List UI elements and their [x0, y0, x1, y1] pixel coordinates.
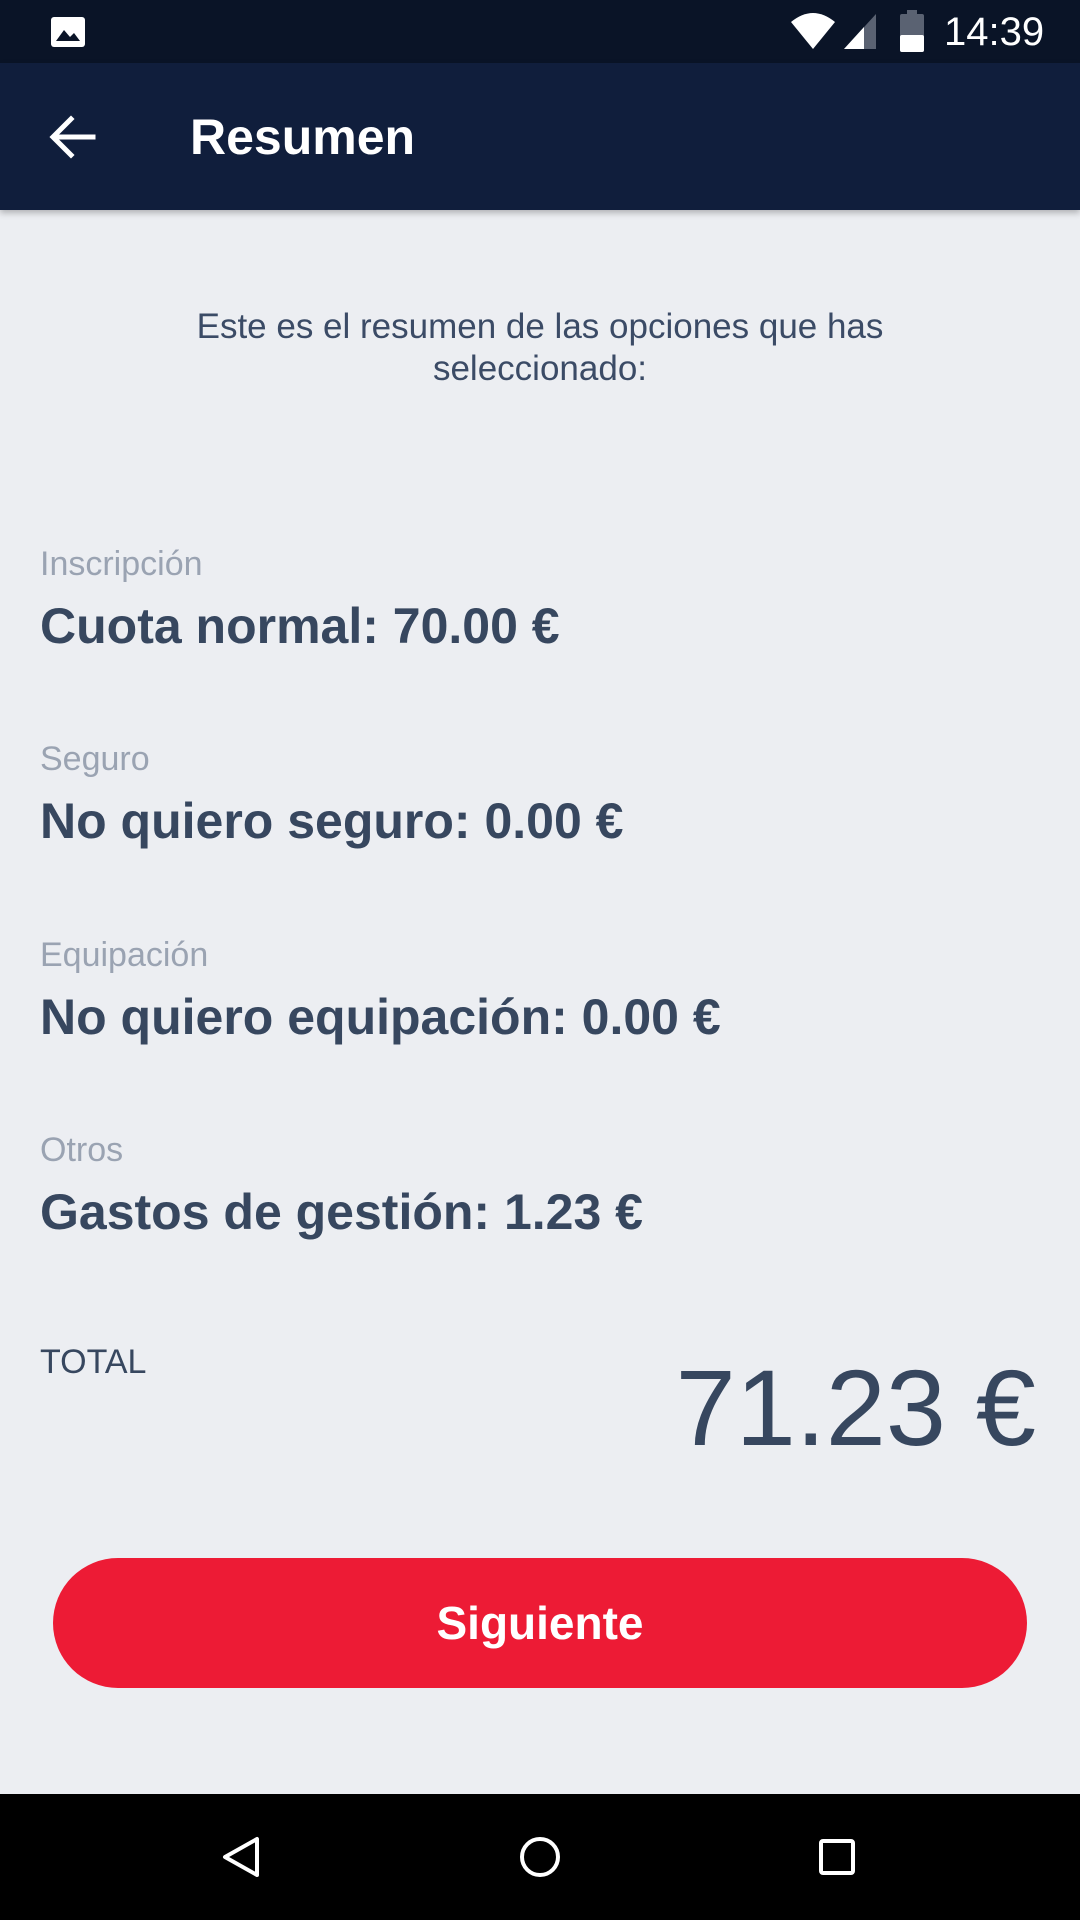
summary-item-otros: Otros Gastos de gestión: 1.23 € — [40, 1130, 1040, 1242]
wifi-icon — [791, 13, 835, 49]
summary-item-equipacion: Equipación No quiero equipación: 0.00 € — [40, 935, 1040, 1047]
nav-recents-button[interactable] — [804, 1824, 870, 1890]
total-amount: 71.23 € — [675, 1347, 1036, 1468]
nav-back-button[interactable] — [208, 1824, 274, 1890]
back-triangle-icon — [223, 1837, 259, 1877]
summary-item-label: Equipación — [40, 936, 209, 974]
status-bar: 14:39 — [0, 0, 1080, 63]
summary-item-label: Inscripción — [40, 545, 203, 583]
summary-item-value: Cuota normal: 70.00 € — [40, 598, 560, 654]
status-clock: 14:39 — [944, 10, 1045, 54]
total-label: TOTAL — [40, 1343, 147, 1381]
nav-home-button[interactable] — [507, 1824, 573, 1890]
recents-square-icon — [819, 1839, 855, 1875]
summary-item-label: Otros — [40, 1131, 124, 1169]
gallery-icon — [51, 17, 85, 47]
intro-text: Este es el resumen de las opciones que h… — [196, 307, 884, 388]
system-nav-bar — [0, 1794, 1080, 1920]
next-button[interactable]: Siguiente — [53, 1558, 1027, 1688]
summary-item-value: No quiero seguro: 0.00 € — [40, 793, 624, 849]
summary-item-seguro: Seguro No quiero seguro: 0.00 € — [40, 739, 1040, 851]
back-button[interactable] — [30, 101, 116, 173]
page-title: Resumen — [190, 109, 416, 165]
summary-item-value: No quiero equipación: 0.00 € — [40, 989, 721, 1045]
battery-icon — [900, 10, 924, 52]
signal-icon — [844, 14, 876, 49]
home-circle-icon — [520, 1837, 560, 1877]
summary-item-inscripcion: Inscripción Cuota normal: 70.00 € — [40, 544, 1040, 656]
summary-item-label: Seguro — [40, 740, 150, 778]
app-bar: Resumen — [0, 63, 1080, 210]
summary-item-value: Gastos de gestión: 1.23 € — [40, 1184, 643, 1240]
arrow-left-icon — [49, 115, 96, 159]
